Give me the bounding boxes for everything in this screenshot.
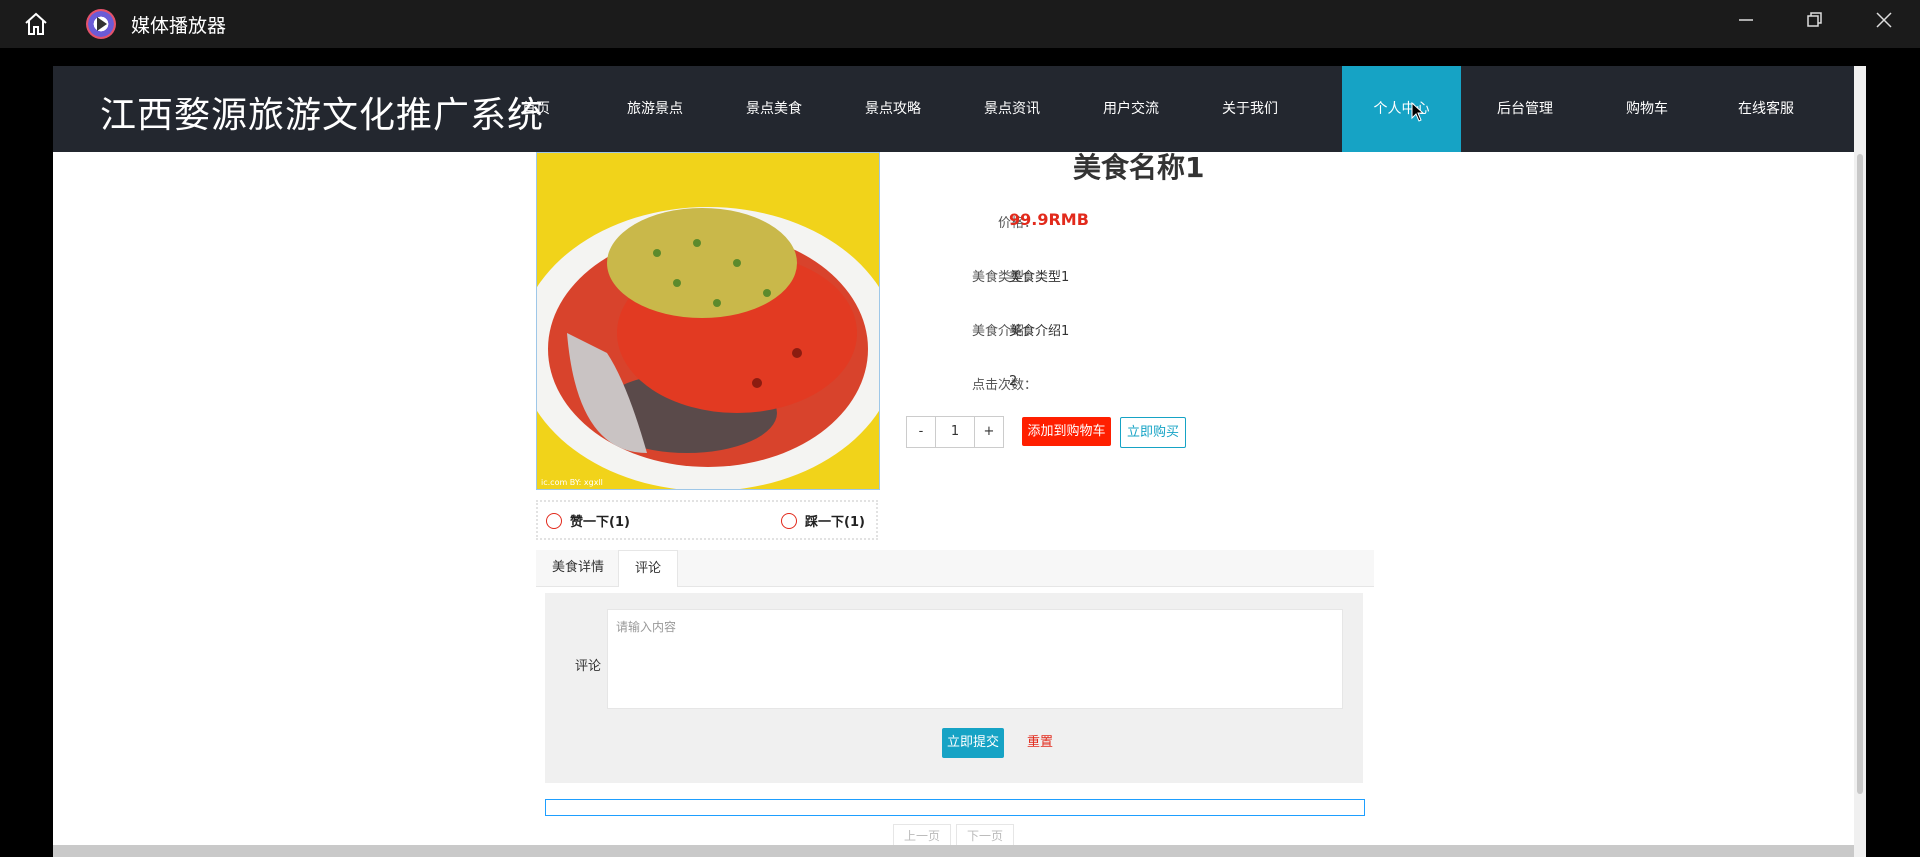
reset-button[interactable]: 重置 <box>1027 728 1053 758</box>
nav-about-us[interactable]: 关于我们 <box>1210 66 1290 152</box>
smile-icon <box>546 512 562 529</box>
submit-comment-button[interactable]: 立即提交 <box>942 728 1004 758</box>
home-icon[interactable] <box>20 10 52 38</box>
detail-tabs: 美食详情 评论 <box>536 550 1374 587</box>
nav-personal-center[interactable]: 个人中心 <box>1342 66 1461 152</box>
click-count-value: 2 <box>1009 374 1018 389</box>
comment-list <box>545 799 1365 816</box>
price-value: 99.9RMB <box>1009 210 1089 229</box>
nav-home[interactable]: 首页 <box>507 66 565 152</box>
nav-attractions[interactable]: 旅游景点 <box>615 66 695 152</box>
nav-news[interactable]: 景点资讯 <box>972 66 1052 152</box>
window-edge <box>1866 48 1920 857</box>
nav-user-forum[interactable]: 用户交流 <box>1091 66 1171 152</box>
dislike-button[interactable]: 踩一下(1) <box>781 511 865 530</box>
like-label: 赞一下(1) <box>570 515 630 530</box>
buy-now-button[interactable]: 立即购买 <box>1120 417 1186 448</box>
comment-label: 评论 <box>575 659 602 674</box>
nav-guides[interactable]: 景点攻略 <box>853 66 933 152</box>
food-type-value: 美食类型1 <box>1009 270 1070 285</box>
minimize-icon[interactable] <box>1728 8 1764 40</box>
web-page: 江西婺源旅游文化推广系统 首页 旅游景点 景点美食 景点攻略 景点资讯 用户交流… <box>53 66 1854 857</box>
quantity-input[interactable]: 1 <box>936 417 975 447</box>
frown-icon <box>781 512 797 529</box>
page-scrollbar[interactable] <box>1854 66 1866 857</box>
mouse-cursor-icon <box>1411 102 1425 122</box>
image-watermark: ic.com BY: xgxll <box>541 478 603 487</box>
food-intro-value: 美食介绍1 <box>1009 324 1070 339</box>
nav-admin[interactable]: 后台管理 <box>1485 66 1565 152</box>
add-to-cart-button[interactable]: 添加到购物车 <box>1022 417 1111 446</box>
media-player-logo-icon <box>86 9 116 39</box>
comment-textarea[interactable]: 请输入内容 <box>607 609 1343 709</box>
quantity-stepper: - 1 + <box>906 416 1004 448</box>
food-image: ic.com BY: xgxll <box>536 152 880 490</box>
dislike-label: 踩一下(1) <box>805 515 865 530</box>
quantity-increase-button[interactable]: + <box>975 417 1003 447</box>
bottom-edge <box>53 845 1854 857</box>
food-title: 美食名称1 <box>1073 151 1205 184</box>
close-icon[interactable] <box>1866 8 1902 40</box>
vote-box: 赞一下(1) 踩一下(1) <box>536 500 878 540</box>
site-navbar: 江西婺源旅游文化推广系统 首页 旅游景点 景点美食 景点攻略 景点资讯 用户交流… <box>53 66 1854 152</box>
window-titlebar: 媒体播放器 <box>0 0 1920 48</box>
nav-cart[interactable]: 购物车 <box>1607 66 1687 152</box>
quantity-decrease-button[interactable]: - <box>907 417 936 447</box>
nav-customer-service[interactable]: 在线客服 <box>1721 66 1811 152</box>
site-title: 江西婺源旅游文化推广系统 <box>100 95 545 136</box>
tab-comments[interactable]: 评论 <box>618 550 679 587</box>
restore-icon[interactable] <box>1797 8 1833 40</box>
tab-food-details[interactable]: 美食详情 <box>536 550 620 586</box>
scrollbar-thumb[interactable] <box>1857 154 1863 794</box>
window-title: 媒体播放器 <box>131 15 227 37</box>
nav-attraction-food[interactable]: 景点美食 <box>734 66 814 152</box>
comment-form: 评论 请输入内容 立即提交 重置 <box>545 593 1363 783</box>
like-button[interactable]: 赞一下(1) <box>546 511 630 530</box>
